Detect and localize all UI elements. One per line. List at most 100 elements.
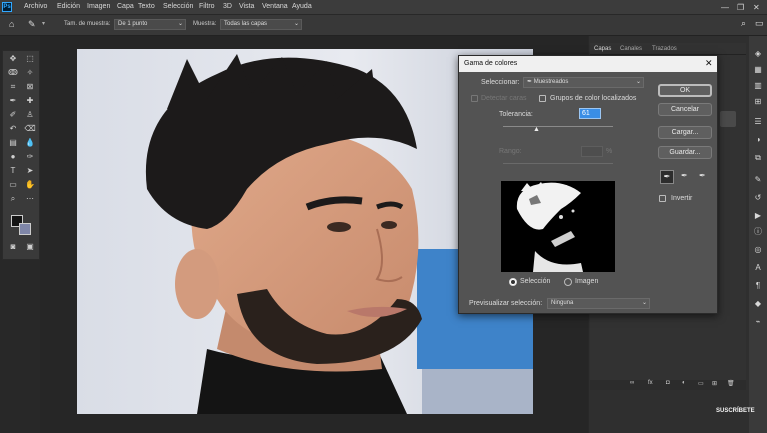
close-app-icon[interactable]: ✕ (753, 3, 760, 12)
more-tools-icon[interactable]: ⋯ (24, 193, 36, 204)
path-selection-icon[interactable]: ➤ (24, 165, 36, 176)
eyedropper-add-icon[interactable]: ✒ (681, 171, 688, 180)
hand-tool-icon[interactable]: ✋ (24, 179, 36, 190)
invert-checkbox[interactable] (659, 195, 666, 202)
menu-imagen[interactable]: Imagen (87, 3, 110, 10)
properties-icon[interactable]: ☰ (752, 116, 764, 127)
home-icon[interactable]: ⌂ (9, 19, 14, 29)
info-icon[interactable]: ⓘ (752, 226, 764, 237)
menu-ventana[interactable]: Ventana (262, 3, 288, 10)
selection-mask-preview (501, 181, 615, 272)
menu-vista[interactable]: Vista (239, 3, 254, 10)
history-brush-icon[interactable]: ↶ (7, 123, 19, 134)
tolerance-input[interactable]: 61 (579, 108, 601, 119)
timeline-icon[interactable]: ⌁ (752, 316, 764, 327)
move-tool-icon[interactable]: ✥ (7, 53, 19, 64)
color-panel-icon[interactable]: ◈ (752, 48, 764, 59)
fx-icon[interactable]: fx (648, 380, 653, 386)
menu-texto[interactable]: Texto (138, 3, 155, 10)
preview-label: Previsualizar selección: (469, 300, 543, 307)
menu-archivo[interactable]: Archivo (24, 3, 47, 10)
ok-button[interactable]: OK (658, 84, 712, 97)
eyedropper-icon[interactable]: ✒ (7, 95, 19, 106)
swatches-icon[interactable]: ▦ (752, 64, 764, 75)
brush-tool-icon[interactable]: ✐ (7, 109, 19, 120)
save-button[interactable]: Guardar... (658, 146, 712, 159)
magic-wand-tool-icon[interactable]: ✧ (24, 67, 36, 78)
character-icon[interactable]: ¶ (752, 280, 764, 291)
selection-preview (501, 181, 615, 272)
menu-edicion[interactable]: Edición (57, 3, 80, 10)
eraser-tool-icon[interactable]: ⌫ (24, 123, 36, 134)
dialog-close-icon[interactable]: ✕ (705, 58, 713, 69)
menu-seleccion[interactable]: Selección (163, 3, 193, 10)
select-dropdown[interactable]: ✒ Muestreados ⌄ (523, 77, 644, 88)
glyphs-icon[interactable]: A (752, 262, 764, 273)
new-layer-icon[interactable]: ⊞ (712, 380, 717, 387)
preview-value: Ninguna (551, 300, 574, 306)
background-color-swatch[interactable] (19, 223, 31, 235)
sample-size-select[interactable]: De 1 punto ⌄ (114, 19, 186, 30)
clone-stamp-icon[interactable]: ♙ (24, 109, 36, 120)
blur-tool-icon[interactable]: 💧 (24, 137, 36, 148)
layers-footer: ∞ fx ◘ ◐ ▭ ⊞ 🗑 (590, 380, 746, 390)
healing-brush-icon[interactable]: ✚ (24, 95, 36, 106)
quick-mask-icon[interactable]: ◙ (7, 241, 19, 252)
dodge-tool-icon[interactable]: ● (7, 151, 19, 162)
adjustments-icon[interactable]: ◑ (752, 134, 764, 145)
link-layers-icon[interactable]: ∞ (630, 380, 634, 386)
eyedropper-sample-icon[interactable]: ✒ (660, 170, 674, 184)
tolerance-slider-track[interactable] (503, 126, 613, 127)
eyedropper-tool-icon[interactable]: ✎ (28, 19, 36, 30)
workspace-icon[interactable]: ▭ (755, 18, 764, 29)
tab-capas[interactable]: Capas (594, 46, 611, 52)
load-button[interactable]: Cargar... (658, 126, 712, 139)
adjustment-layer-icon[interactable]: ◐ (682, 380, 686, 386)
minimize-icon[interactable]: — (721, 3, 729, 12)
group-icon[interactable]: ▭ (698, 380, 704, 387)
eyedropper-subtract-icon[interactable]: ✒ (699, 171, 706, 180)
range-slider-track[interactable] (503, 163, 613, 164)
range-input[interactable] (581, 146, 603, 157)
type-tool-icon[interactable]: T (7, 165, 19, 176)
sample-layers-select[interactable]: Todas las capas ⌄ (220, 19, 302, 30)
maximize-icon[interactable]: ❐ (737, 3, 744, 12)
libraries-icon[interactable]: ⧉ (752, 152, 764, 163)
channels-icon[interactable]: ◎ (752, 244, 764, 255)
zoom-tool-icon[interactable]: ⌕ (7, 193, 19, 204)
eyedropper-mini-icon: ✒ (527, 79, 533, 85)
search-icon[interactable]: ⌕ (741, 18, 746, 29)
patterns-icon[interactable]: ⊞ (752, 96, 764, 107)
cancel-button[interactable]: Cancelar (658, 103, 712, 116)
tab-trazados[interactable]: Trazados (652, 46, 677, 52)
add-mask-icon[interactable]: ◘ (666, 380, 670, 386)
menu-filtro[interactable]: Filtro (199, 3, 215, 10)
screen-mode-icon[interactable]: ▣ (24, 241, 36, 252)
localized-clusters-checkbox[interactable] (539, 95, 546, 102)
view-image-radio[interactable] (564, 278, 572, 286)
gradient-tool-icon[interactable]: ▤ (7, 137, 19, 148)
layer-lock-icon[interactable] (720, 111, 736, 127)
actions-icon[interactable]: ▶ (752, 210, 764, 221)
pen-tool-icon[interactable]: ✑ (24, 151, 36, 162)
marquee-tool-icon[interactable]: ⬚ (24, 53, 36, 64)
tool-preset-chevron-icon[interactable]: ▾ (42, 20, 45, 27)
lasso-tool-icon[interactable]: ↂ (7, 67, 19, 78)
trash-icon[interactable]: 🗑 (727, 380, 735, 387)
layers-icon[interactable]: ◆ (752, 298, 764, 309)
status-area: SUSCRÍBETE (0, 408, 767, 433)
brush-settings-icon[interactable]: ✎ (752, 174, 764, 185)
crop-tool-icon[interactable]: ⌗ (7, 81, 19, 92)
preview-select[interactable]: Ninguna ⌄ (547, 298, 650, 309)
menu-capa[interactable]: Capa (117, 3, 134, 10)
subscribe-text: SUSCRÍBETE (716, 408, 755, 414)
gradients-icon[interactable]: ▥ (752, 80, 764, 91)
rectangle-tool-icon[interactable]: ▭ (7, 179, 19, 190)
history-icon[interactable]: ↺ (752, 192, 764, 203)
detect-faces-checkbox[interactable] (471, 95, 478, 102)
menu-3d[interactable]: 3D (223, 3, 232, 10)
tab-canales[interactable]: Canales (620, 46, 642, 52)
frame-tool-icon[interactable]: ⊠ (24, 81, 36, 92)
tolerance-slider-thumb[interactable]: ▲ (533, 126, 540, 133)
menu-ayuda[interactable]: Ayuda (292, 3, 312, 10)
